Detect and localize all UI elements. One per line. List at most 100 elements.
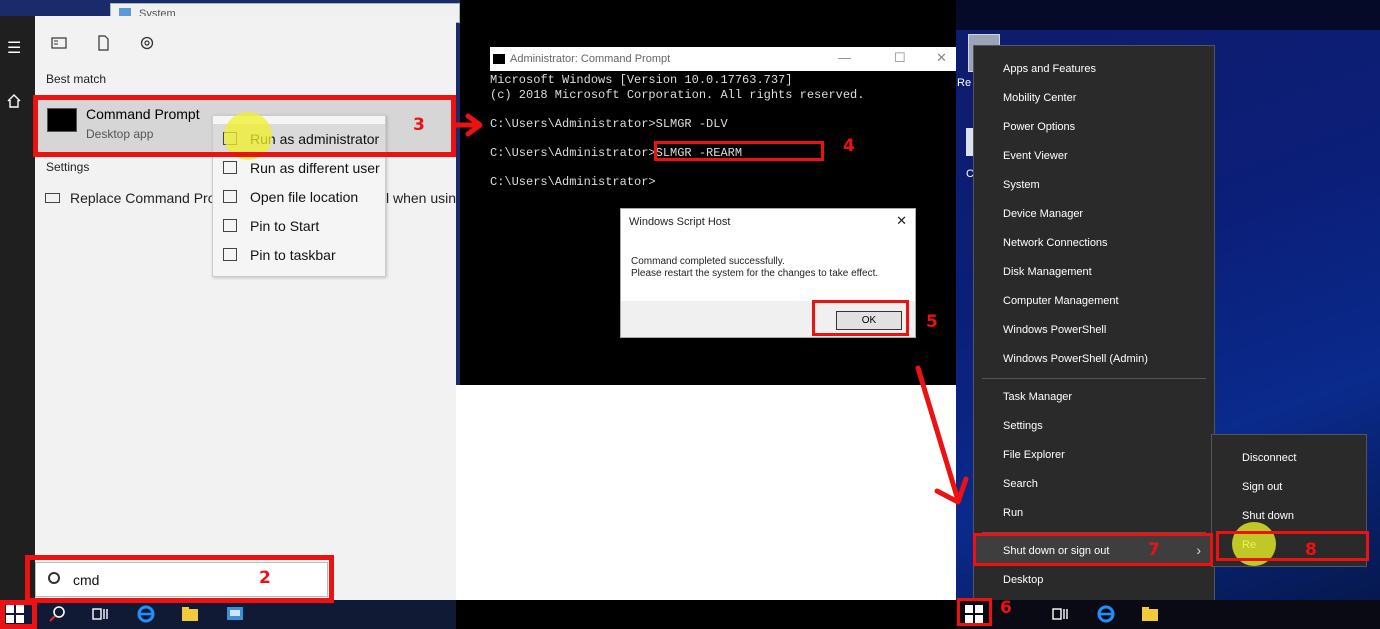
submenu-disconnect[interactable]: Disconnect [1212,443,1366,472]
annotation-box-start [0,600,37,629]
winx-desktop[interactable]: Desktop [975,565,1213,594]
best-match-heading: Best match [46,72,107,86]
winx-label: Network Connections [1003,237,1108,249]
annotation-box-rearm [654,141,824,161]
server-manager-icon[interactable] [225,604,245,624]
winx-mobility-center[interactable]: Mobility Center [975,83,1213,112]
winx-run[interactable]: Run [975,498,1213,527]
cmd-line: (c) 2018 Microsoft Corporation. All righ… [490,87,865,102]
winx-label: Power Options [1003,121,1076,133]
settings-result-replace-cmd[interactable]: Replace Command Prom l when usin [45,190,456,206]
winx-disk-management[interactable]: Disk Management [975,257,1213,286]
cmd-line: C:\Users\Administrator> [490,174,656,189]
annotation-box-ok [812,300,909,336]
file-location-icon [223,190,237,203]
maximize-icon[interactable]: ☐ [894,50,906,66]
submenu-shut-down[interactable]: Shut down [1212,501,1366,530]
winx-windows-powershell[interactable]: Windows PowerShell [975,315,1213,344]
winx-device-manager[interactable]: Device Manager [975,199,1213,228]
search-filter-toolbar [49,34,157,52]
start-menu-rail: ☰ [0,16,35,600]
winx-computer-management[interactable]: Computer Management [975,286,1213,315]
step-number: 2 [259,568,271,588]
pin-icon [223,219,237,232]
apps-filter-icon[interactable] [49,34,69,52]
step-number: 3 [413,115,425,135]
documents-filter-icon[interactable] [93,34,113,52]
submenu-label: Disconnect [1242,452,1297,464]
ctx-label: Pin to taskbar [250,246,336,263]
dialog-title: Windows Script Host [629,216,731,228]
cmd-window-title: Administrator: Command Prompt [510,53,671,65]
file-explorer-icon[interactable] [1140,604,1160,624]
winx-apps-and-features[interactable]: Apps and Features [975,54,1213,83]
cmd-window-edge [926,338,956,385]
desktop-top-strip [956,0,1380,30]
submenu-label: Shut down [1242,510,1294,522]
winx-label: Mobility Center [1003,92,1077,104]
taskbar-middle [456,600,956,629]
annotation-box-best-match [33,95,456,157]
settings-result-label: Replace Command Prom [70,190,228,206]
dialog-close-icon[interactable]: ✕ [896,213,907,229]
cmd-title-bar[interactable]: Administrator: Command Prompt — ☐ ✕ [490,47,956,71]
task-view-icon[interactable] [1050,604,1070,624]
ctx-label: Pin to Start [250,217,320,234]
settings-heading: Settings [46,160,90,174]
winx-label: Settings [1003,420,1043,432]
annotation-box-start-right [957,598,992,626]
winx-label: Computer Management [1003,295,1119,307]
winx-menu: Apps and Features Mobility Center Power … [973,45,1215,601]
submenu-sign-out[interactable]: Sign out [1212,472,1366,501]
internet-explorer-icon[interactable] [136,604,156,624]
step-number: 4 [843,136,855,156]
annotation-box-shutdown [973,533,1213,566]
dialog-message-line: Command completed successfully. [631,256,785,267]
minimize-icon[interactable]: — [838,50,851,65]
file-explorer-icon[interactable] [180,604,200,624]
taskbar-right [956,600,1380,629]
winx-search[interactable]: Search [975,469,1213,498]
winx-label: Search [1003,478,1038,490]
taskbar-search-icon[interactable] [47,604,67,624]
winx-task-manager[interactable]: Task Manager [975,382,1213,411]
settings-gear-icon[interactable] [137,34,157,52]
winx-label: Desktop [1003,574,1044,586]
user-icon [223,161,237,174]
winx-event-viewer[interactable]: Event Viewer [975,141,1213,170]
recycle-bin-label: Re [957,77,972,89]
dialog-message: Command completed successfully. Please r… [631,256,878,280]
internet-explorer-icon[interactable] [1096,604,1116,624]
cmd-line: C:\Users\Administrator>SLMGR -DLV [490,116,728,131]
ctx-label: Run as different user [250,159,380,176]
ctx-pin-to-taskbar[interactable]: Pin to taskbar [213,240,385,269]
winx-label: Windows PowerShell (Admin) [1003,353,1148,365]
winx-network-connections[interactable]: Network Connections [975,228,1213,257]
winx-system[interactable]: System [975,170,1213,199]
winx-power-options[interactable]: Power Options [975,112,1213,141]
winx-label: Windows PowerShell [1003,324,1107,336]
home-icon[interactable] [6,93,22,109]
dialog-message-line: Please restart the system for the change… [631,268,879,279]
ctx-label: Open file location [250,188,359,205]
cmd-line: Microsoft Windows [Version 10.0.17763.73… [490,73,793,87]
winx-file-explorer[interactable]: File Explorer [975,440,1213,469]
ctx-open-file-location[interactable]: Open file location [213,182,385,211]
hamburger-menu-icon[interactable]: ☰ [7,38,21,58]
winx-label: System [1003,179,1040,191]
settings-result-icon [45,193,60,203]
close-icon[interactable]: ✕ [936,50,947,66]
ctx-pin-to-start[interactable]: Pin to Start [213,211,385,240]
cmd-output[interactable]: Microsoft Windows [Version 10.0.17763.73… [490,73,864,189]
task-view-icon[interactable] [90,604,110,624]
winx-label: Task Manager [1003,391,1073,403]
submenu-label: Sign out [1242,481,1283,493]
annotation-box-restart [1216,531,1369,561]
pin-icon [223,248,237,261]
step-number: 5 [926,312,938,332]
winx-windows-powershell-admin[interactable]: Windows PowerShell (Admin) [975,344,1213,373]
winx-label: Apps and Features [1003,63,1096,75]
winx-settings[interactable]: Settings [975,411,1213,440]
winx-label: File Explorer [1003,449,1065,461]
winx-label: Device Manager [1003,208,1084,220]
